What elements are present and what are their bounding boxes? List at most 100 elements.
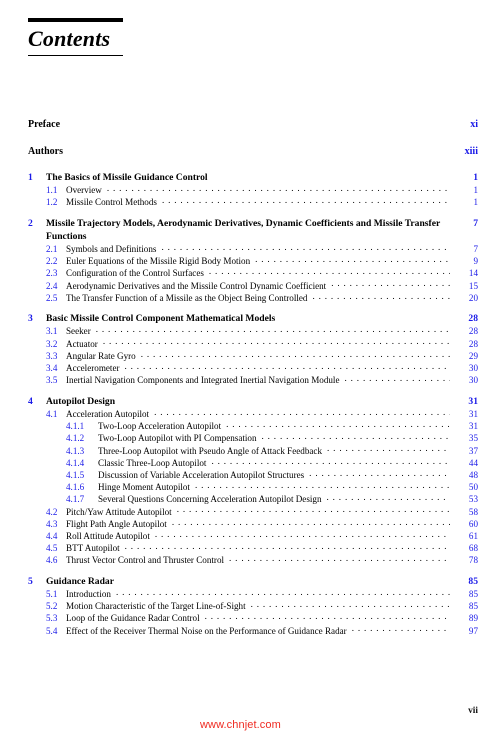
toc-subsection-entry[interactable]: 4.1.2 Two-Loop Autopilot with PI Compensa… <box>28 432 478 444</box>
heading-rule-thin <box>28 55 123 57</box>
section-title: Overview <box>66 185 102 195</box>
toc-section-entry[interactable]: 3.3 Angular Rate Gyro 29 <box>28 350 478 362</box>
section-number: 2.4 <box>46 280 58 291</box>
dot-leader <box>116 588 450 597</box>
toc-section-entry[interactable]: 5.2 Motion Characteristic of the Target L… <box>28 600 478 612</box>
dot-leader <box>327 493 450 502</box>
chapter-title: Missile Trajectory Models, Aerodynamic D… <box>46 217 441 242</box>
chapter-title: Basic Missile Control Component Mathemat… <box>46 313 276 325</box>
toc-section-entry[interactable]: 4.6 Thrust Vector Control and Thruster Co… <box>28 554 478 566</box>
section-title: Seeker <box>66 326 91 337</box>
dot-leader <box>161 243 450 252</box>
chapter-title: Guidance Radar <box>46 576 114 588</box>
toc-section-entry[interactable]: 4.4 Roll Attitude Autopilot 61 <box>28 530 478 542</box>
page-title: Contents <box>28 26 111 51</box>
toc-section-entry[interactable]: 3.5 Inertial Navigation Components and In… <box>28 374 478 386</box>
subsection-number: 4.1.7 <box>66 494 85 505</box>
chapter-title: Autopilot Design <box>46 395 116 407</box>
chapter-number: 1 <box>28 172 33 183</box>
chapter-page-number: 85 <box>468 576 478 588</box>
toc-section-entry[interactable]: 2.4 Aerodynamic Derivatives and the Missi… <box>28 280 478 292</box>
section-title: The Transfer Function of a Missile as th… <box>66 292 308 303</box>
section-page-number: 20 <box>468 292 478 303</box>
section-page-number: 78 <box>468 555 478 566</box>
section-page-number: 85 <box>468 601 478 612</box>
section-page-number: 30 <box>468 363 478 374</box>
section-title: Introduction <box>66 589 111 600</box>
section-number: 2.3 <box>46 268 58 279</box>
section-number: 3.2 <box>46 338 58 349</box>
toc-section-entry[interactable]: 3.1 Seeker 28 <box>28 325 478 337</box>
toc-chapter-entry[interactable]: 4 Autopilot Design 31 <box>28 395 478 408</box>
section-page-number: 29 <box>468 350 478 361</box>
section-title: Missile Control Methods <box>66 197 157 208</box>
toc-chapter-entry[interactable]: 3 Basic Missile Control Component Mathema… <box>28 312 478 325</box>
chapter-page-number: 7 <box>473 217 478 229</box>
section-number: 3.3 <box>46 350 58 361</box>
toc-section-entry[interactable]: 4.1 Acceleration Autopilot 31 <box>28 408 478 420</box>
chapter-number: 3 <box>28 313 33 325</box>
toc-section-entry[interactable]: 2.1 Symbols and Definitions 7 <box>28 243 478 255</box>
toc-section-entry[interactable]: 1.2 Missile Control Methods 1 <box>28 196 478 208</box>
toc-subsection-entry[interactable]: 4.1.6 Hinge Moment Autopilot 50 <box>28 481 478 493</box>
section-title: Aerodynamic Derivatives and the Missile … <box>66 280 327 291</box>
dot-leader <box>309 469 450 478</box>
section-number: 4.2 <box>46 506 58 517</box>
section-page-number: 14 <box>468 268 478 279</box>
dot-leader <box>177 506 450 515</box>
toc-front-matter-entry[interactable]: Preface xi <box>28 118 478 131</box>
front-matter-title: Preface <box>28 119 61 130</box>
section-title: Euler Equations of the Missile Rigid Bod… <box>66 256 251 267</box>
toc-subsection-entry[interactable]: 4.1.4 Classic Three-Loop Autopilot 44 <box>28 457 478 469</box>
subsection-number: 4.1.4 <box>66 457 85 468</box>
dot-leader <box>107 184 450 193</box>
section-title: Flight Path Angle Autopilot <box>66 518 167 529</box>
dot-leader <box>312 292 450 301</box>
toc-section-entry[interactable]: 2.2 Euler Equations of the Missile Rigid … <box>28 255 478 267</box>
toc-section-entry[interactable]: 1.1 Overview 1 <box>28 184 478 196</box>
toc-front-matter-entry[interactable]: Authors xiii <box>28 145 478 158</box>
subsection-number: 4.1.6 <box>66 482 85 493</box>
section-title: BTT Autopilot <box>66 543 120 554</box>
section-number: 3.4 <box>46 363 58 374</box>
toc-subsection-entry[interactable]: 4.1.1 Two-Loop Acceleration Autopilot 31 <box>28 420 478 432</box>
toc-section-entry[interactable]: 3.2 Actuator 28 <box>28 338 478 350</box>
toc-subsection-entry[interactable]: 4.1.5 Discussion of Variable Acceleration… <box>28 469 478 481</box>
toc-chapter-entry[interactable]: 1 The Basics of Missile Guidance Control 1 <box>28 171 478 184</box>
section-number: 4.4 <box>46 530 58 541</box>
section-page-number: 28 <box>468 338 478 349</box>
section-page-number: 28 <box>468 326 478 337</box>
section-number: 2.5 <box>46 292 58 303</box>
toc-section-entry[interactable]: 4.3 Flight Path Angle Autopilot 60 <box>28 518 478 530</box>
toc-section-entry[interactable]: 4.2 Pitch/Yaw Attitude Autopilot 58 <box>28 506 478 518</box>
toc-subsection-entry[interactable]: 4.1.3 Three-Loop Autopilot with Pseudo An… <box>28 445 478 457</box>
toc-section-entry[interactable]: 5.1 Introduction 85 <box>28 588 478 600</box>
toc-subsection-entry[interactable]: 4.1.7 Several Questions Concerning Accele… <box>28 493 478 505</box>
section-number: 2.2 <box>46 256 58 267</box>
toc-section-entry[interactable]: 2.5 The Transfer Function of a Missile as… <box>28 292 478 304</box>
subsection-number: 4.1.1 <box>66 421 85 432</box>
subsection-number: 4.1.5 <box>66 469 85 480</box>
chapter-title: The Basics of Missile Guidance Control <box>46 172 208 183</box>
dot-leader <box>96 325 450 334</box>
subsection-title: Discussion of Variable Acceleration Auto… <box>98 469 305 480</box>
section-number: 5.4 <box>46 625 58 636</box>
subsection-page-number: 48 <box>468 469 478 480</box>
subsection-title: Two-Loop Acceleration Autopilot <box>98 421 222 432</box>
toc-section-entry[interactable]: 5.3 Loop of the Guidance Radar Control 89 <box>28 612 478 624</box>
toc-section-entry[interactable]: 4.5 BTT Autopilot 68 <box>28 542 478 554</box>
section-page-number: 61 <box>468 530 478 541</box>
dot-leader <box>226 420 450 429</box>
subsection-title: Classic Three-Loop Autopilot <box>98 457 207 468</box>
subsection-page-number: 44 <box>468 457 478 468</box>
subsection-page-number: 31 <box>468 421 478 432</box>
subsection-page-number: 50 <box>468 482 478 493</box>
section-number: 5.2 <box>46 601 58 612</box>
toc-chapter-entry[interactable]: 2 Missile Trajectory Models, Aerodynamic … <box>28 217 478 243</box>
toc-section-entry[interactable]: 2.3 Configuration of the Control Surfaces… <box>28 267 478 279</box>
dot-leader <box>211 457 450 466</box>
section-title: Roll Attitude Autopilot <box>66 530 150 541</box>
toc-section-entry[interactable]: 5.4 Effect of the Receiver Thermal Noise … <box>28 625 478 637</box>
toc-chapter-entry[interactable]: 5 Guidance Radar 85 <box>28 575 478 588</box>
toc-section-entry[interactable]: 3.4 Accelerometer 30 <box>28 362 478 374</box>
